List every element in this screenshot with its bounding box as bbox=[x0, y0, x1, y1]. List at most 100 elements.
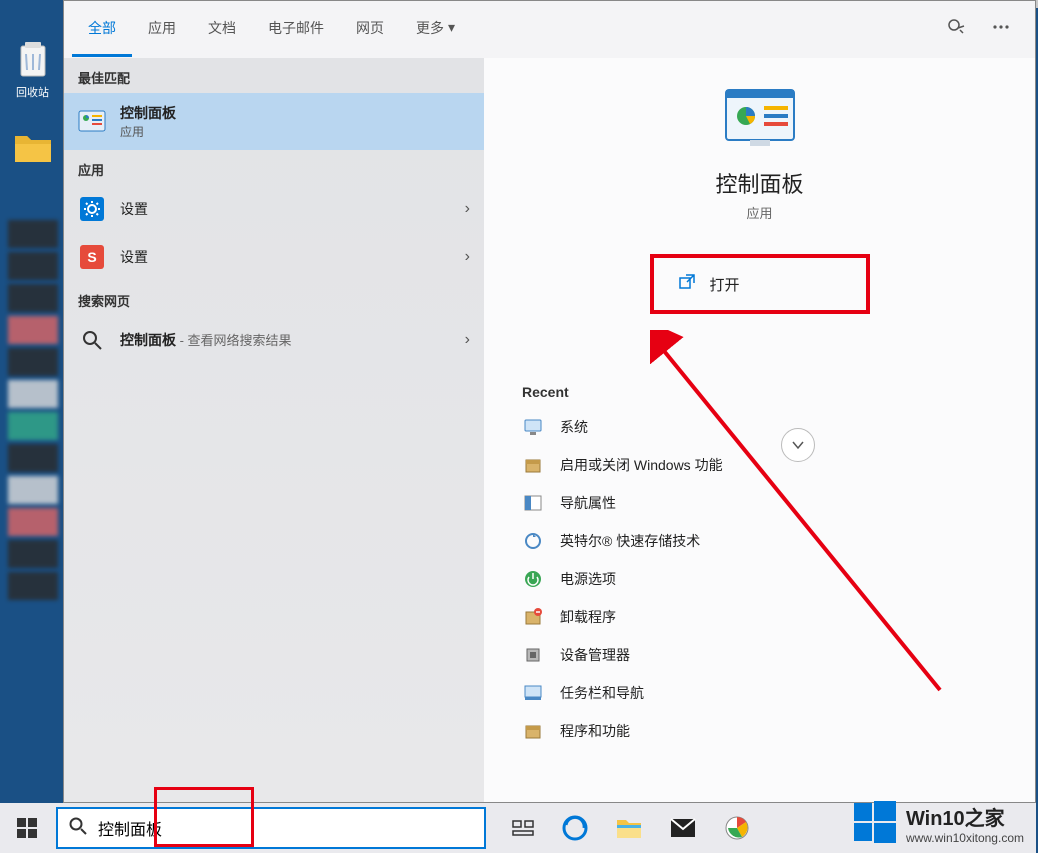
blurred-icon bbox=[8, 348, 58, 376]
search-preview-pane: 控制面板 应用 打开 Recent 系统 启用或关闭 Windows 功能 导航… bbox=[484, 58, 1035, 802]
recent-item-system[interactable]: 系统 bbox=[484, 408, 1035, 446]
result-label: 控制面板 - 查看网络搜索结果 bbox=[120, 330, 292, 350]
blurred-icon bbox=[8, 540, 58, 568]
recent-label: 程序和功能 bbox=[560, 721, 630, 741]
preview-title: 控制面板 bbox=[484, 167, 1035, 199]
recycle-bin-icon[interactable]: 回收站 bbox=[8, 40, 58, 100]
control-panel-large-icon bbox=[724, 86, 796, 155]
result-web-search[interactable]: 控制面板 - 查看网络搜索结果 › bbox=[64, 316, 484, 364]
more-options-icon[interactable] bbox=[991, 17, 1011, 42]
section-search-web: 搜索网页 bbox=[64, 281, 484, 316]
folder-icon[interactable] bbox=[8, 130, 58, 190]
chevron-right-icon: › bbox=[465, 200, 470, 218]
result-settings-1[interactable]: 设置 › bbox=[64, 185, 484, 233]
tab-documents[interactable]: 文档 bbox=[192, 1, 252, 57]
result-settings-2[interactable]: S 设置 › bbox=[64, 233, 484, 281]
recent-item-intel-storage[interactable]: 英特尔® 快速存储技术 bbox=[484, 522, 1035, 560]
open-action-button[interactable]: 打开 bbox=[650, 254, 870, 314]
monitor-icon bbox=[522, 416, 544, 438]
result-title: 控制面板 bbox=[120, 103, 176, 123]
box-icon bbox=[522, 454, 544, 476]
blurred-icon bbox=[8, 252, 58, 280]
open-external-icon bbox=[678, 273, 696, 295]
refresh-icon bbox=[522, 530, 544, 552]
recent-label: 卸载程序 bbox=[560, 607, 616, 627]
blurred-icon bbox=[8, 476, 58, 504]
task-view-button[interactable] bbox=[512, 817, 534, 839]
sogou-icon: S bbox=[78, 243, 106, 271]
blurred-icon bbox=[8, 220, 58, 248]
windows-logo-icon bbox=[17, 818, 37, 838]
recent-label: 设备管理器 bbox=[560, 645, 630, 665]
start-button[interactable] bbox=[0, 803, 54, 853]
search-results-panel: 全部 应用 文档 电子邮件 网页 更多▾ 最佳匹配 bbox=[63, 0, 1036, 803]
recent-item-programs[interactable]: 程序和功能 bbox=[484, 712, 1035, 750]
preview-subtitle: 应用 bbox=[484, 203, 1035, 222]
recent-item-device-manager[interactable]: 设备管理器 bbox=[484, 636, 1035, 674]
recent-item-uninstall[interactable]: 卸载程序 bbox=[484, 598, 1035, 636]
recent-label: 电源选项 bbox=[560, 569, 616, 589]
uninstall-icon bbox=[522, 606, 544, 628]
blurred-icon bbox=[8, 316, 58, 344]
feedback-icon[interactable] bbox=[947, 17, 967, 42]
recent-item-power[interactable]: 电源选项 bbox=[484, 560, 1035, 598]
recent-item-taskbar[interactable]: 任务栏和导航 bbox=[484, 674, 1035, 712]
tab-apps[interactable]: 应用 bbox=[132, 1, 192, 57]
section-apps: 应用 bbox=[64, 150, 484, 185]
browser-icon[interactable] bbox=[724, 815, 750, 841]
search-icon bbox=[58, 816, 98, 841]
blurred-icon bbox=[8, 444, 58, 472]
result-subtitle: 应用 bbox=[120, 123, 176, 140]
search-icon bbox=[78, 326, 106, 354]
result-label: 设置 bbox=[120, 247, 148, 267]
result-label: 设置 bbox=[120, 199, 148, 219]
power-icon bbox=[522, 568, 544, 590]
control-panel-icon bbox=[78, 108, 106, 136]
recent-item-navigation[interactable]: 导航属性 bbox=[484, 484, 1035, 522]
mail-icon[interactable] bbox=[670, 818, 696, 838]
chevron-down-icon bbox=[791, 438, 805, 452]
recent-header: Recent bbox=[484, 384, 1035, 408]
desktop-icon-column: 回收站 bbox=[0, 0, 65, 604]
gear-icon bbox=[78, 195, 106, 223]
tab-all[interactable]: 全部 bbox=[72, 1, 132, 57]
search-results-list: 最佳匹配 控制面板 应用 应用 设置 › S bbox=[64, 58, 484, 802]
windows-logo-icon bbox=[854, 801, 898, 845]
blurred-icon bbox=[8, 380, 58, 408]
recent-item-windows-features[interactable]: 启用或关闭 Windows 功能 bbox=[484, 446, 1035, 484]
recent-label: 任务栏和导航 bbox=[560, 683, 644, 703]
search-tabs: 全部 应用 文档 电子邮件 网页 更多▾ bbox=[72, 1, 471, 57]
recent-label: 英特尔® 快速存储技术 bbox=[560, 531, 700, 551]
programs-icon bbox=[522, 720, 544, 742]
recent-label: 系统 bbox=[560, 417, 588, 437]
watermark-brand: Win10之家 bbox=[906, 802, 1024, 831]
taskbar-search-box[interactable] bbox=[56, 807, 486, 849]
edge-browser-icon[interactable] bbox=[562, 815, 588, 841]
panel-icon bbox=[522, 492, 544, 514]
tab-web[interactable]: 网页 bbox=[340, 1, 400, 57]
header-action-icons bbox=[947, 17, 1027, 42]
blurred-icon bbox=[8, 412, 58, 440]
recent-label: 导航属性 bbox=[560, 493, 616, 513]
blurred-icon bbox=[8, 508, 58, 536]
search-input[interactable] bbox=[98, 809, 484, 847]
blurred-icon bbox=[8, 284, 58, 312]
watermark: Win10之家 www.win10xitong.com bbox=[844, 795, 1034, 851]
open-action-label: 打开 bbox=[710, 274, 740, 295]
file-explorer-icon[interactable] bbox=[616, 816, 642, 840]
expand-toggle-button[interactable] bbox=[781, 428, 815, 462]
watermark-url: www.win10xitong.com bbox=[906, 831, 1024, 845]
tab-more[interactable]: 更多▾ bbox=[400, 1, 471, 57]
chevron-right-icon: › bbox=[465, 248, 470, 266]
blurred-icon bbox=[8, 572, 58, 600]
section-best-match: 最佳匹配 bbox=[64, 58, 484, 93]
tab-email[interactable]: 电子邮件 bbox=[252, 1, 340, 57]
chevron-down-icon: ▾ bbox=[448, 19, 455, 36]
recycle-bin-label: 回收站 bbox=[16, 87, 49, 99]
recent-label: 启用或关闭 Windows 功能 bbox=[560, 455, 723, 475]
svg-text:S: S bbox=[87, 249, 96, 265]
search-tabs-header: 全部 应用 文档 电子邮件 网页 更多▾ bbox=[64, 1, 1035, 58]
result-control-panel[interactable]: 控制面板 应用 bbox=[64, 93, 484, 150]
chevron-right-icon: › bbox=[465, 331, 470, 349]
desktop: 回收站 全部 应用 文档 电子邮件 网页 更多▾ bbox=[0, 0, 1038, 853]
